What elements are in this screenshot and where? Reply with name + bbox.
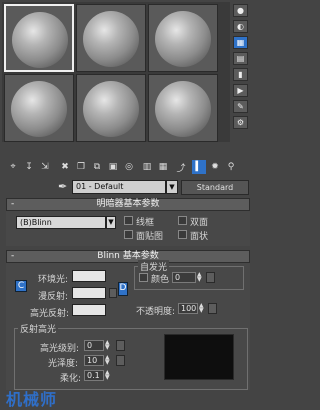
ambient-label: 环境光: <box>38 275 69 285</box>
shader-type-select[interactable]: (B)Blinn <box>16 216 106 229</box>
self-illum-color-label: 颜色 <box>151 275 170 285</box>
sample-sphere <box>155 81 211 137</box>
show-end-result-icon[interactable]: ▦ <box>156 160 170 174</box>
material-map-navigator-icon[interactable]: ✹ <box>208 160 222 174</box>
rollout-toggle: - <box>11 199 15 209</box>
opacity-value-field[interactable]: 100 <box>178 303 198 314</box>
make-preview-icon[interactable]: ▶ <box>233 84 248 97</box>
material-name-dropdown-arrow[interactable]: ▼ <box>166 180 178 194</box>
overlay-text: 机械师 <box>6 390 58 409</box>
sample-sphere <box>83 11 139 67</box>
shader-rollout-header[interactable]: - 明暗器基本参数 <box>6 198 250 211</box>
lock-ambient-diffuse-button[interactable]: C <box>15 280 27 292</box>
diffuse-color-swatch[interactable] <box>72 287 106 299</box>
material-slot[interactable] <box>4 4 74 72</box>
wire-checkbox[interactable] <box>124 216 133 225</box>
lock-diffuse-specular-button[interactable]: D <box>118 282 128 296</box>
diffuse-map-button[interactable] <box>109 288 117 298</box>
sample-sphere <box>83 81 139 137</box>
specular-label: 高光反射: <box>30 309 70 319</box>
faceted-checkbox[interactable] <box>178 230 187 239</box>
face-map-checkbox[interactable] <box>124 230 133 239</box>
two-sided-label: 双面 <box>190 218 209 228</box>
video-color-check-icon[interactable]: ▮ <box>233 68 248 81</box>
diffuse-label: 漫反射: <box>38 292 69 302</box>
eyedropper-icon[interactable]: ✒ <box>58 180 70 194</box>
specular-level-map-button[interactable] <box>116 340 125 351</box>
specular-highlights-title: 反射高光 <box>18 322 59 335</box>
ambient-color-swatch[interactable] <box>72 270 106 282</box>
put-to-scene-icon[interactable]: ↧ <box>22 160 36 174</box>
wire-label: 线框 <box>136 218 155 228</box>
make-copy-icon[interactable]: ❐ <box>74 160 88 174</box>
glossiness-label: 光泽度: <box>48 359 79 369</box>
pick-material-icon[interactable]: ⚲ <box>224 160 238 174</box>
specular-level-field[interactable]: 0 <box>84 340 104 351</box>
sample-type-icon[interactable]: ● <box>233 4 248 17</box>
self-illum-spinner[interactable]: ▲ ▼ <box>197 272 202 283</box>
go-to-parent-icon[interactable]: ⤴ <box>174 160 188 174</box>
show-map-icon[interactable]: ▥ <box>140 160 154 174</box>
sample-sphere <box>155 11 211 67</box>
self-illum-map-button[interactable] <box>206 272 215 283</box>
put-to-library-icon[interactable]: ▣ <box>106 160 120 174</box>
rollout-title: 明暗器基本参数 <box>96 199 160 209</box>
opacity-label: 不透明度: <box>136 307 176 317</box>
material-slot[interactable] <box>4 74 74 142</box>
material-id-icon[interactable]: ◎ <box>122 160 136 174</box>
sample-sphere <box>12 12 68 68</box>
material-slots <box>2 2 230 142</box>
blinn-rollout-header[interactable]: - Blinn 基本参数 <box>6 250 250 263</box>
highlight-curve-preview <box>164 334 234 380</box>
material-slot[interactable] <box>76 74 146 142</box>
rollout-toggle: - <box>11 251 15 261</box>
self-illum-color-checkbox[interactable] <box>139 273 148 282</box>
material-slot[interactable] <box>76 4 146 72</box>
get-material-icon[interactable]: ⌖ <box>6 160 20 174</box>
faceted-label: 面状 <box>190 232 209 242</box>
material-name-field[interactable]: 01 - Default <box>72 180 166 194</box>
soften-field[interactable]: 0.1 <box>84 370 104 381</box>
make-unique-icon[interactable]: ⧉ <box>90 160 104 174</box>
opacity-map-button[interactable] <box>208 303 217 314</box>
specular-level-label: 高光级别: <box>40 344 80 354</box>
background-icon[interactable]: ▦ <box>233 36 248 49</box>
self-illum-value-field[interactable]: 0 <box>172 272 196 283</box>
side-toolbar: ● ◐ ▦ ▤ ▮ ▶ ✎ ⚙ <box>232 4 250 140</box>
material-slot[interactable] <box>148 4 218 72</box>
two-sided-checkbox[interactable] <box>178 216 187 225</box>
glossiness-spinner[interactable]: ▲ ▼ <box>105 355 110 366</box>
reset-material-icon[interactable]: ✖ <box>58 160 72 174</box>
soften-spinner[interactable]: ▲ ▼ <box>105 370 110 381</box>
backlight-icon[interactable]: ◐ <box>233 20 248 33</box>
sample-sphere <box>11 81 67 137</box>
specular-level-spinner[interactable]: ▲ ▼ <box>105 340 110 351</box>
specular-color-swatch[interactable] <box>72 304 106 316</box>
opacity-spinner[interactable]: ▲ ▼ <box>199 303 204 314</box>
assign-to-selection-icon[interactable]: ⇲ <box>38 160 52 174</box>
material-toolbar: ⌖ ↧ ⇲ ✖ ❐ ⧉ ▣ ◎ ▥ ▦ ⤴ ▍ ✹ ⚲ <box>2 160 250 176</box>
go-forward-sibling-icon[interactable]: ▍ <box>192 160 206 174</box>
shader-select-arrow[interactable]: ▼ <box>106 216 116 229</box>
material-type-button[interactable]: Standard <box>181 180 249 195</box>
glossiness-map-button[interactable] <box>116 355 125 366</box>
uv-tiling-icon[interactable]: ▤ <box>233 52 248 65</box>
select-by-material-icon[interactable]: ⚙ <box>233 116 248 129</box>
glossiness-field[interactable]: 10 <box>84 355 104 366</box>
material-slot[interactable] <box>148 74 218 142</box>
options-icon[interactable]: ✎ <box>233 100 248 113</box>
face-map-label: 面贴图 <box>136 232 164 242</box>
soften-label: 柔化: <box>60 374 82 384</box>
